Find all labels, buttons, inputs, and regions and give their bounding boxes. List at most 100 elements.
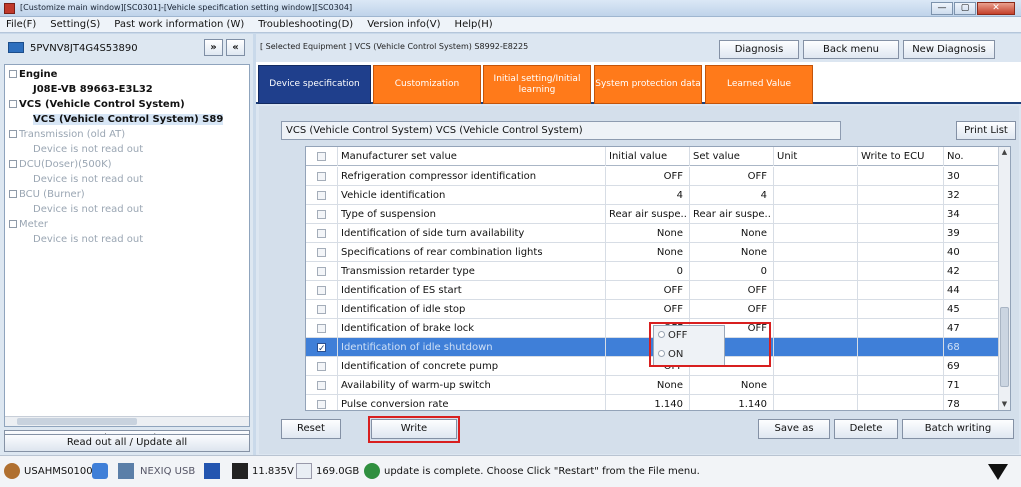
table-row[interactable]: Transmission retarder type 0 0 42 [306, 262, 1010, 281]
row-check[interactable] [306, 338, 338, 357]
reset-button[interactable]: Reset [281, 419, 341, 439]
batch-writing-button[interactable]: Batch writing [902, 419, 1014, 439]
cell-unit[interactable] [774, 281, 858, 300]
cell-initial-value[interactable]: None [606, 376, 690, 395]
cell-initial-value[interactable]: None [606, 243, 690, 262]
tree-horizontal-scrollbar[interactable] [5, 416, 249, 426]
row-checkbox[interactable] [317, 172, 326, 181]
cell-manufacturer-set-value[interactable]: Refrigeration compressor identification [338, 167, 606, 186]
row-check[interactable] [306, 186, 338, 205]
delete-button[interactable]: Delete [834, 419, 898, 439]
cell-no[interactable]: 42 [944, 262, 1000, 281]
cell-initial-value[interactable]: 1.140 [606, 395, 690, 410]
tab-customization[interactable]: Customization [373, 65, 481, 104]
cell-set-value[interactable]: OFF [690, 167, 774, 186]
header-manufacturer-set-value[interactable]: Manufacturer set value [338, 147, 606, 166]
menu-help[interactable]: Help(H) [455, 19, 493, 30]
tree-expander-icon[interactable] [9, 130, 17, 138]
row-checkbox[interactable] [317, 305, 326, 314]
tree-item-bcu[interactable]: BCU (Burner) [9, 189, 85, 200]
cell-no[interactable]: 45 [944, 300, 1000, 319]
cell-manufacturer-set-value[interactable]: Identification of idle shutdown [338, 338, 606, 357]
cell-write-to-ecu[interactable] [858, 338, 944, 357]
row-check[interactable] [306, 281, 338, 300]
save-as-button[interactable]: Save as [758, 419, 830, 439]
cell-no[interactable]: 47 [944, 319, 1000, 338]
menu-file[interactable]: File(F) [6, 19, 36, 30]
collapse-button[interactable]: « [226, 39, 245, 56]
cell-write-to-ecu[interactable] [858, 262, 944, 281]
tree-item-transmission-device[interactable]: Device is not read out [33, 144, 143, 155]
cell-unit[interactable] [774, 376, 858, 395]
scrollbar-thumb[interactable] [1000, 307, 1009, 387]
maximize-button[interactable]: ▢ [954, 2, 976, 15]
row-checkbox[interactable] [317, 191, 326, 200]
table-vertical-scrollbar[interactable]: ▲ ▼ [998, 147, 1010, 410]
cell-write-to-ecu[interactable] [858, 319, 944, 338]
cell-unit[interactable] [774, 338, 858, 357]
tab-learned-value[interactable]: Learned Value [705, 65, 813, 104]
cell-no[interactable]: 71 [944, 376, 1000, 395]
cell-no[interactable]: 30 [944, 167, 1000, 186]
cell-unit[interactable] [774, 224, 858, 243]
row-checkbox[interactable] [317, 248, 326, 257]
tree-expander-icon[interactable] [9, 160, 17, 168]
cell-unit[interactable] [774, 395, 858, 410]
cell-set-value[interactable]: 0 [690, 262, 774, 281]
cell-set-value[interactable]: OFF [690, 281, 774, 300]
tree-item-vcs-device[interactable]: VCS (Vehicle Control System) S89 [33, 114, 224, 125]
cell-initial-value[interactable]: Rear air suspe.. [606, 205, 690, 224]
tree-item-bcu-device[interactable]: Device is not read out [33, 204, 143, 215]
tree-expander-icon[interactable] [9, 100, 17, 108]
new-diagnosis-button[interactable]: New Diagnosis [903, 40, 995, 59]
cell-no[interactable]: 69 [944, 357, 1000, 376]
close-button[interactable]: ✕ [977, 2, 1015, 15]
table-row[interactable]: Pulse conversion rate 1.140 1.140 78 [306, 395, 1010, 410]
cell-write-to-ecu[interactable] [858, 281, 944, 300]
tree-expander-icon[interactable] [9, 70, 17, 78]
cell-initial-value[interactable]: OFF [606, 167, 690, 186]
row-checkbox[interactable] [317, 210, 326, 219]
cell-unit[interactable] [774, 205, 858, 224]
tree-item-engine-device[interactable]: J08E-VB 89663-E3L32 [33, 84, 153, 95]
expand-button[interactable]: » [204, 39, 223, 56]
read-out-all-button[interactable]: Read out all / Update all [4, 434, 250, 452]
row-checkbox[interactable] [317, 267, 326, 276]
table-row[interactable]: Identification of side turn availability… [306, 224, 1010, 243]
menu-version-info[interactable]: Version info(V) [367, 19, 440, 30]
cell-set-value[interactable]: OFF [690, 300, 774, 319]
cell-write-to-ecu[interactable] [858, 300, 944, 319]
cell-write-to-ecu[interactable] [858, 167, 944, 186]
table-row[interactable]: Identification of ES start OFF OFF 44 [306, 281, 1010, 300]
tree-item-meter-device[interactable]: Device is not read out [33, 234, 143, 245]
device-tree[interactable]: Engine J08E-VB 89663-E3L32 VCS (Vehicle … [4, 64, 250, 427]
cell-no[interactable]: 34 [944, 205, 1000, 224]
row-checkbox[interactable] [317, 400, 326, 409]
cell-set-value[interactable]: 1.140 [690, 395, 774, 410]
table-row[interactable]: Availability of warm-up switch None None 71 [306, 376, 1010, 395]
cell-unit[interactable] [774, 300, 858, 319]
row-check[interactable] [306, 224, 338, 243]
cell-initial-value[interactable]: None [606, 224, 690, 243]
cell-set-value[interactable]: 4 [690, 186, 774, 205]
header-set-value[interactable]: Set value [690, 147, 774, 166]
tree-item-meter[interactable]: Meter [9, 219, 48, 230]
cell-initial-value[interactable]: OFF [606, 281, 690, 300]
row-checkbox[interactable] [317, 381, 326, 390]
table-row[interactable]: Identification of idle stop OFF OFF 45 [306, 300, 1010, 319]
cell-write-to-ecu[interactable] [858, 395, 944, 410]
select-all-checkbox[interactable] [317, 152, 326, 161]
row-check[interactable] [306, 357, 338, 376]
scroll-down-icon[interactable]: ▼ [999, 399, 1010, 410]
cell-manufacturer-set-value[interactable]: Identification of brake lock [338, 319, 606, 338]
cell-initial-value[interactable]: OFF [606, 300, 690, 319]
cell-initial-value[interactable]: 4 [606, 186, 690, 205]
diagnosis-button[interactable]: Diagnosis [719, 40, 799, 59]
menu-troubleshooting[interactable]: Troubleshooting(D) [258, 19, 353, 30]
tree-item-dcu[interactable]: DCU(Doser)(500K) [9, 159, 112, 170]
tree-item-engine[interactable]: Engine [9, 69, 57, 80]
table-row[interactable]: Specifications of rear combination light… [306, 243, 1010, 262]
cell-no[interactable]: 32 [944, 186, 1000, 205]
cell-manufacturer-set-value[interactable]: Identification of ES start [338, 281, 606, 300]
cell-manufacturer-set-value[interactable]: Identification of side turn availability [338, 224, 606, 243]
